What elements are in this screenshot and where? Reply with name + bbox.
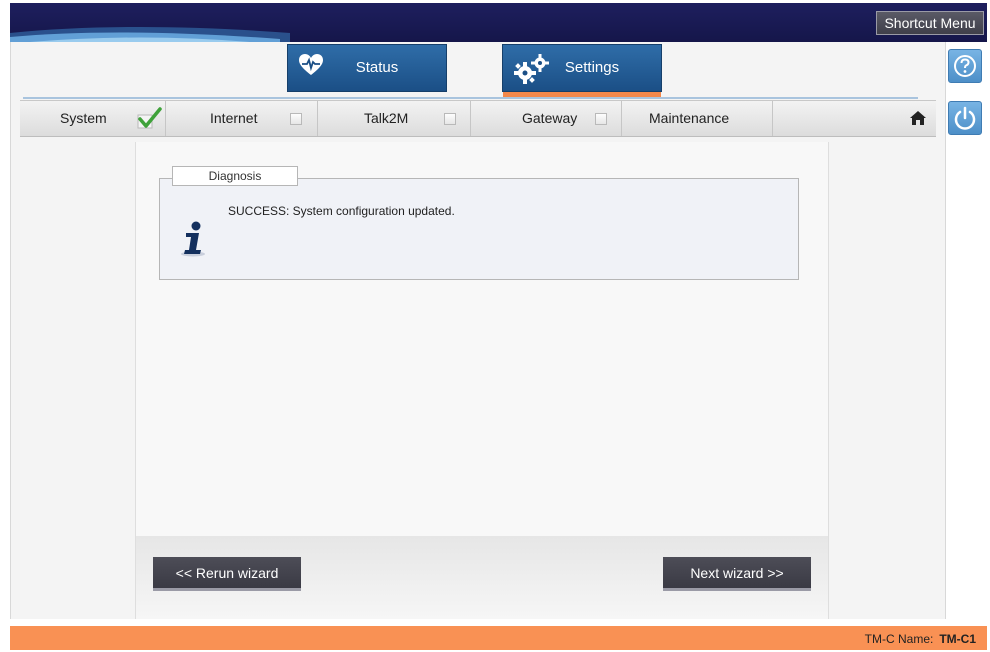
step-maintenance-label: Maintenance [649,110,730,126]
step-talk2m-checkbox [444,113,456,125]
step-system[interactable]: System [20,101,166,136]
help-icon [949,55,981,85]
tab-status-label: Status [355,59,399,76]
info-icon [180,221,206,260]
diagnosis-box: Diagnosis SUCCESS: System configuration … [159,166,799,280]
diagnosis-message: SUCCESS: System configuration updated. [228,204,455,218]
power-icon [949,106,981,137]
step-system-label: System [60,110,107,126]
device-name-label: TM-C Name: [864,632,934,646]
footer-bar: TM-C Name: TM-C1 [10,626,987,650]
step-maintenance[interactable]: Maintenance [622,101,773,136]
step-internet[interactable]: Internet [166,101,318,136]
wizard-footer: << Rerun wizard Next wizard >> [136,536,828,619]
nav-header: Status Settings [11,42,945,100]
step-internet-label: Internet [210,110,258,126]
next-wizard-button[interactable]: Next wizard >> [663,557,811,591]
wizard-step-bar: System Internet Talk2M Gateway Maintenan… [20,100,936,137]
tab-status[interactable]: Status [287,44,447,92]
step-gateway-label: Gateway [522,110,578,126]
header-swoosh-graphic [10,27,290,42]
shortcut-menu-button[interactable]: Shortcut Menu [876,11,984,35]
help-button[interactable] [948,49,982,83]
diagnosis-legend: Diagnosis [172,166,298,186]
device-name-value: TM-C1 [939,632,976,646]
content-panel: Diagnosis SUCCESS: System configuration … [135,142,829,619]
home-icon[interactable] [910,111,926,128]
tab-settings[interactable]: Settings [502,44,662,97]
header-divider [23,97,918,99]
main-frame: Status Settings System Internet Talk2M G… [10,42,946,619]
top-bar: Shortcut Menu [10,3,987,42]
rerun-wizard-button[interactable]: << Rerun wizard [153,557,301,591]
tab-settings-label: Settings [564,59,620,76]
step-talk2m-label: Talk2M [364,110,409,126]
checkmark-icon [136,106,162,133]
step-gateway[interactable]: Gateway [471,101,622,136]
device-name-display: TM-C Name: TM-C1 [865,632,976,646]
logout-button[interactable] [948,101,982,135]
step-talk2m[interactable]: Talk2M [318,101,471,136]
step-internet-checkbox [290,113,302,125]
step-gateway-checkbox [595,113,607,125]
